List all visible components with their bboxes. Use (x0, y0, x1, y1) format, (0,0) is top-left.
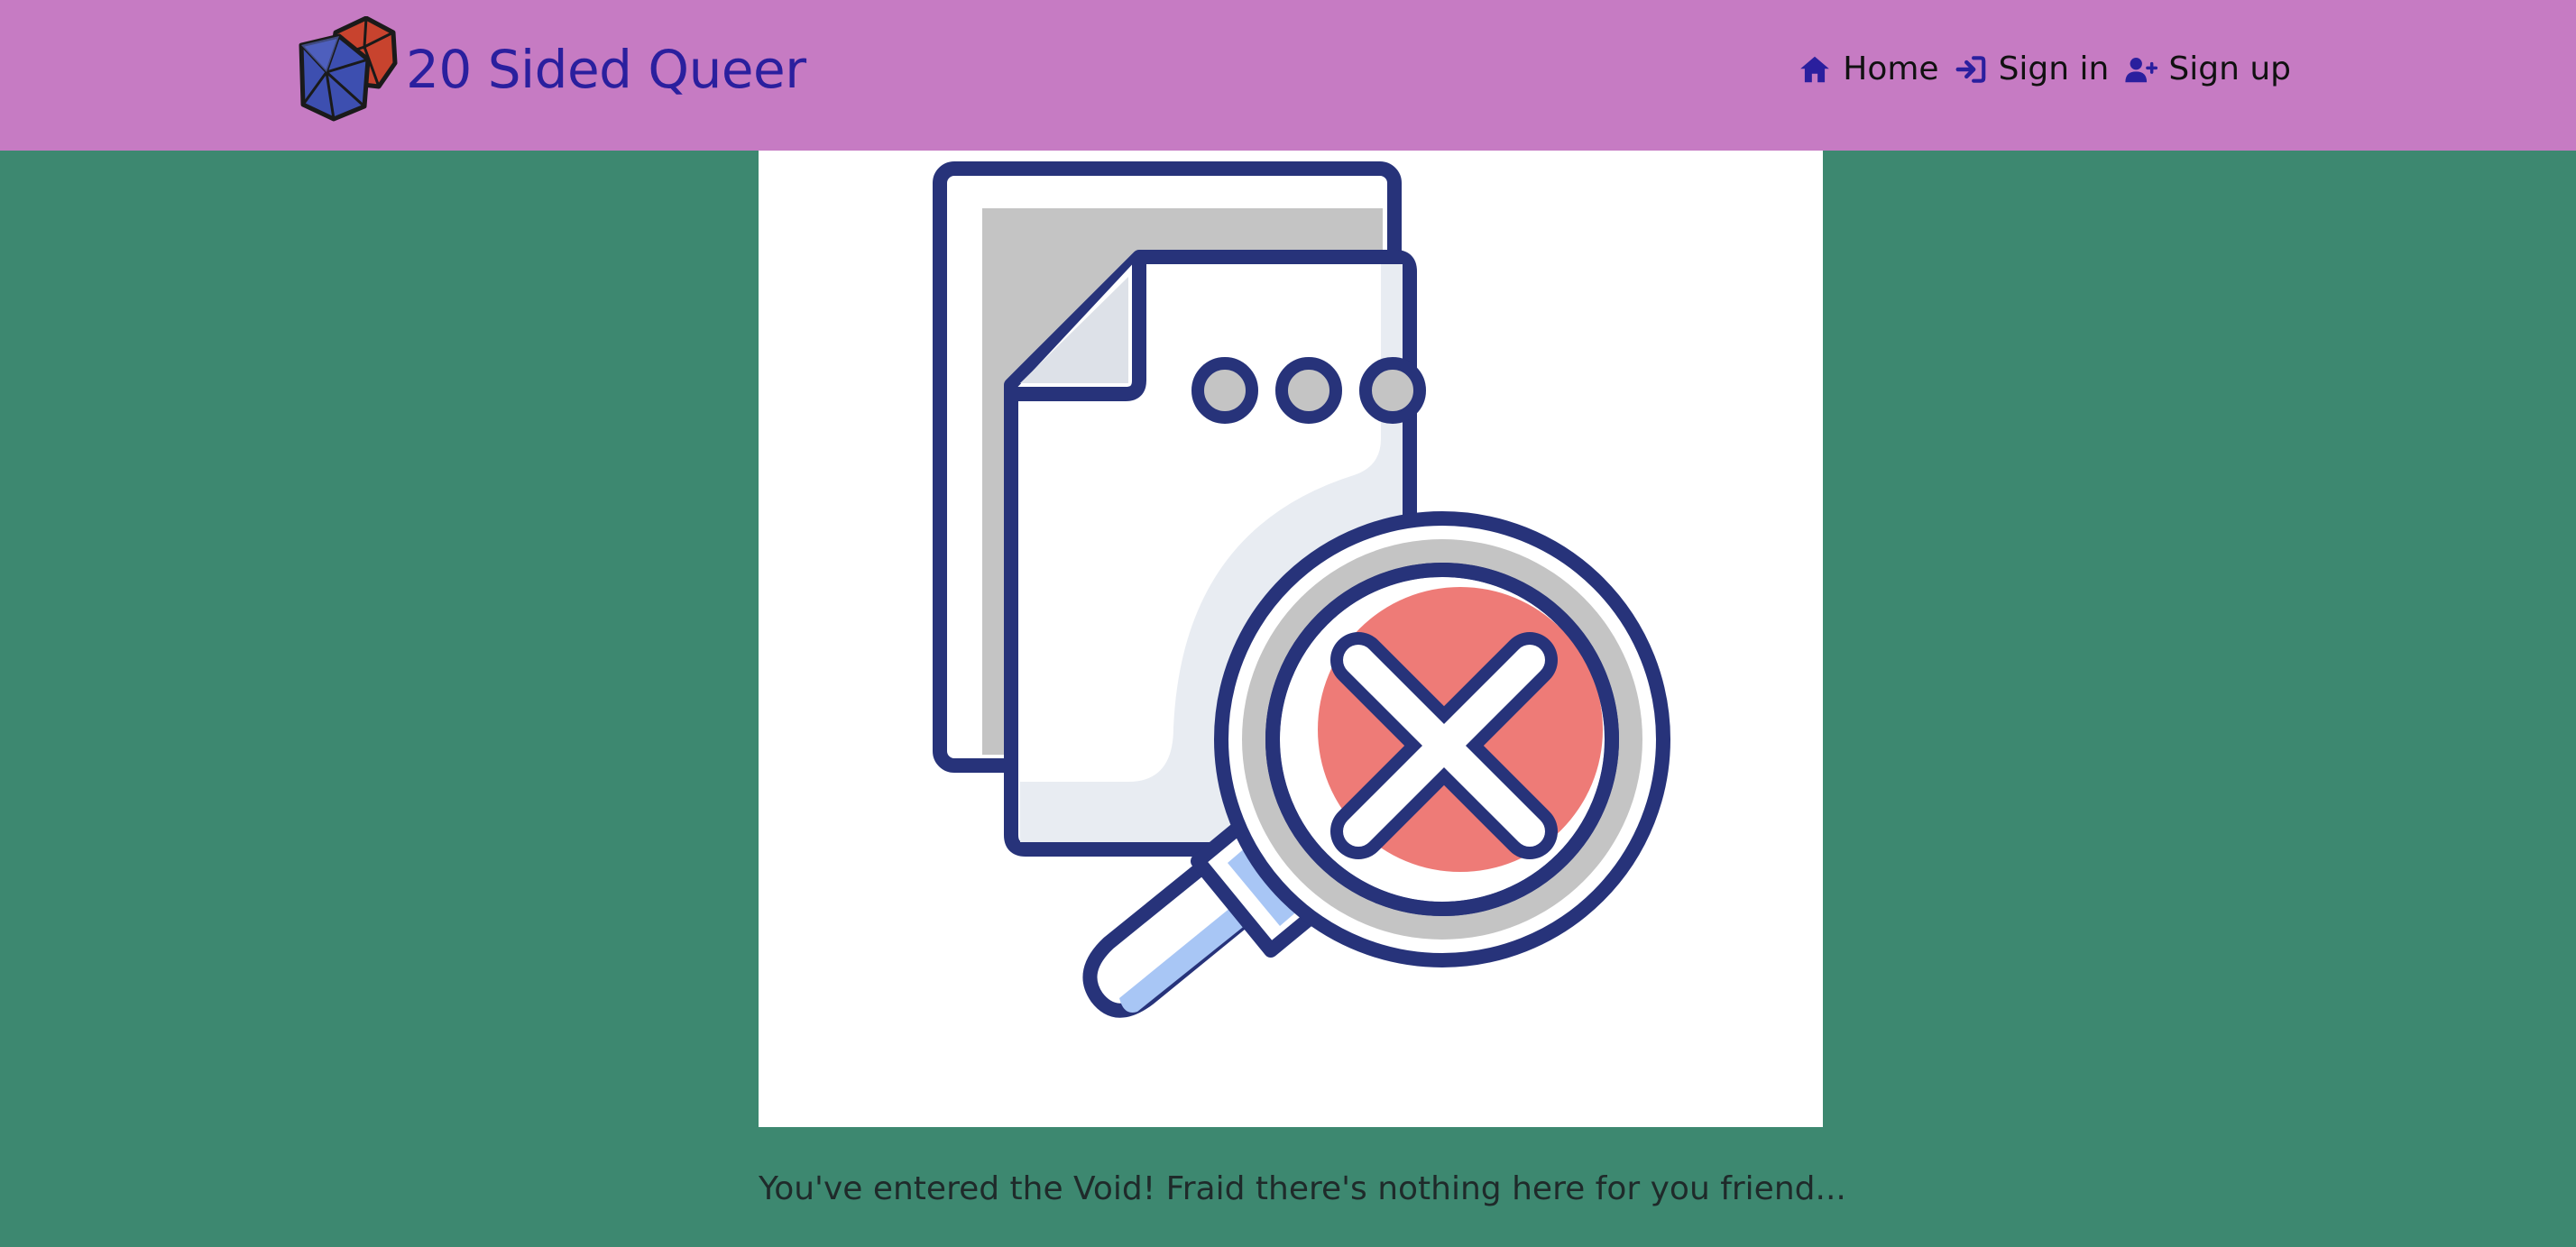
nav-sign-in-link[interactable]: Sign in (1954, 50, 2110, 87)
navbar: 20 Sided Queer Home Sign in Sign up (0, 0, 2576, 151)
not-found-illustration-panel (759, 151, 1823, 1127)
document-not-found-magnifier-icon (933, 161, 1670, 1018)
not-found-message: You've entered the Void! Fraid there's n… (759, 1170, 1846, 1207)
nav-sign-up-label: Sign up (2168, 50, 2291, 87)
brand-title: 20 Sided Queer (406, 39, 806, 100)
nav-links: Home Sign in Sign up (1798, 50, 2291, 87)
nav-sign-in-label: Sign in (1998, 50, 2110, 87)
nav-sign-up-link[interactable]: Sign up (2123, 50, 2291, 87)
sign-in-icon (1955, 55, 1985, 83)
user-plus-icon (2125, 57, 2158, 82)
home-icon (1800, 56, 1830, 82)
nav-home-label: Home (1843, 50, 1939, 87)
nav-home-link[interactable]: Home (1798, 50, 1939, 87)
brand-link[interactable]: 20 Sided Queer (296, 16, 806, 123)
d20-dice-icon (299, 16, 398, 122)
